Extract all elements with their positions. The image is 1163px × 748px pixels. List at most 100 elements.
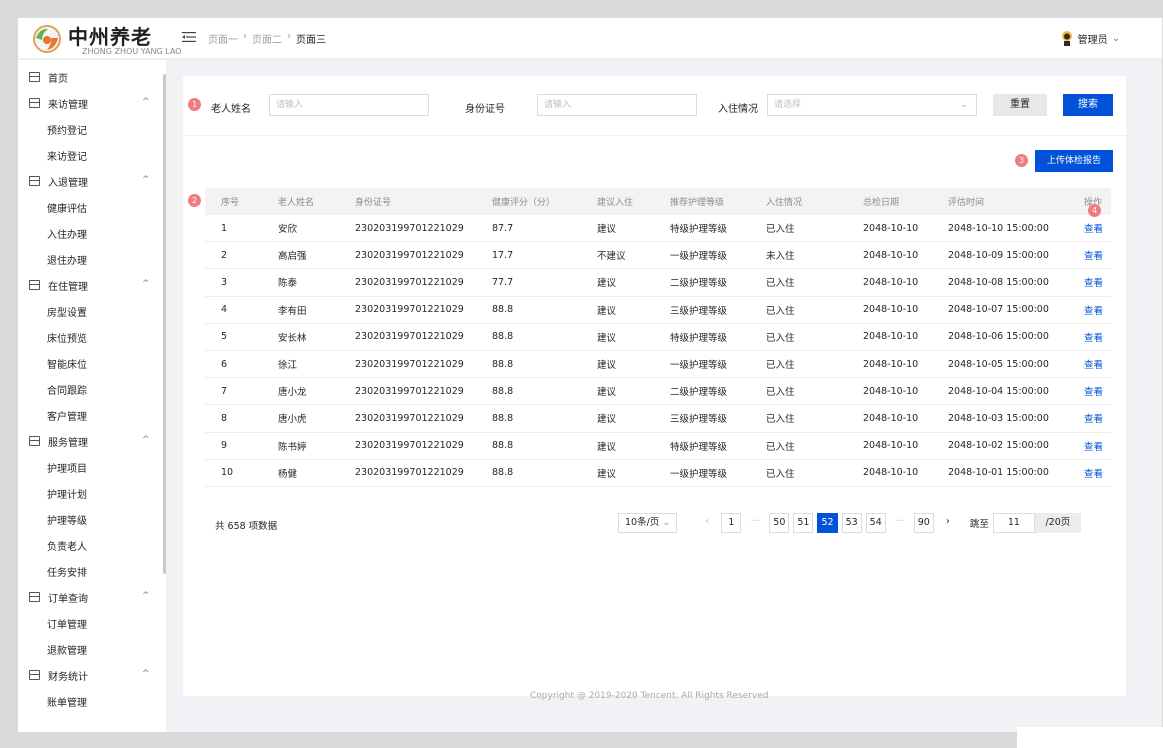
menu-icon (29, 176, 40, 186)
sidebar-group[interactable]: 在住管理 ^ (18, 272, 166, 298)
sidebar-item[interactable]: 任务安排 (18, 558, 166, 584)
view-link[interactable]: 查看 (1084, 411, 1111, 425)
page-button[interactable]: 54 (865, 513, 886, 533)
sidebar-item[interactable]: 退款管理 (18, 636, 166, 662)
sidebar-item[interactable]: 床位预览 (18, 324, 166, 350)
sidebar-item[interactable]: 来访登记 (18, 142, 166, 168)
sidebar: 首页 来访管理 ^ 预约登记 来访登记 入退管理 ^ 健康评估 入住办理 退住办理 在住管理 ^ 房型… (18, 60, 166, 732)
table-row: 7 唐小龙 230203199701221029 88.8 建议 二级护理等级 已入住 204… (205, 378, 1111, 406)
sidebar-item[interactable]: 房型设置 (18, 298, 166, 324)
view-link[interactable]: 查看 (1084, 466, 1111, 480)
name-input[interactable]: 请输入 (269, 94, 429, 116)
table-cell: 230203199701221029 (355, 440, 464, 452)
sidebar-scrollbar[interactable] (163, 74, 166, 574)
reset-button[interactable]: 重置 (993, 94, 1047, 116)
view-link[interactable]: 查看 (1084, 357, 1111, 371)
table-row: 6 徐江 230203199701221029 88.8 建议 一级护理等级 已入住 2048… (205, 351, 1111, 379)
sidebar-item[interactable]: 健康评估 (18, 194, 166, 220)
chevron-right-icon: › (243, 31, 247, 42)
menu-icon (29, 436, 40, 446)
breadcrumb-item[interactable]: 页面一 (208, 31, 238, 46)
status-select[interactable]: 请选择 ⌄ (767, 94, 977, 116)
logo[interactable]: 中州养老 ZHONG ZHOU YANG LAO (26, 21, 181, 59)
table-cell: 陈泰 (278, 278, 298, 290)
table-cell: 安欣 (278, 224, 298, 236)
page-button[interactable]: 51 (793, 513, 814, 533)
logo-icon (33, 25, 61, 53)
page-button[interactable]: 1 (721, 513, 742, 533)
sidebar-item[interactable]: 合同跟踪 (18, 376, 166, 402)
table-cell: 徐江 (278, 360, 298, 372)
total-count: 共 658 项数据 (215, 521, 278, 532)
upload-report-button[interactable]: 上传体检报告 (1035, 150, 1113, 172)
id-input[interactable]: 请输入 (537, 94, 697, 116)
breadcrumb-item[interactable]: 页面二 (252, 31, 282, 46)
table-cell: 二级护理等级 (670, 278, 728, 290)
user-menu[interactable]: 管理员 ⌄ (1060, 30, 1120, 46)
sidebar-item-home[interactable]: 首页 (18, 64, 166, 90)
table-header: 序号 老人姓名 身份证号 健康评分（分） 建议入住 推荐护理等级 入住情况 总检日期 评估时间操… (205, 188, 1111, 215)
page-ellipsis: ··· (895, 516, 905, 527)
sidebar-item[interactable]: 护理计划 (18, 480, 166, 506)
page-button[interactable]: 52 (817, 513, 838, 533)
table-cell: 建议 (597, 332, 617, 344)
prev-page-icon[interactable]: ‹ (697, 513, 717, 533)
sidebar-item[interactable]: 护理项目 (18, 454, 166, 480)
sidebar-item[interactable]: 负责老人 (18, 532, 166, 558)
chevron-down-icon: ⌄ (960, 100, 968, 110)
view-link[interactable]: 查看 (1084, 221, 1111, 235)
page-size-value: 10条/页 (625, 517, 660, 528)
table-cell: 建议 (597, 305, 617, 317)
corner-panel (1017, 727, 1163, 748)
chevron-right-icon: › (287, 31, 291, 42)
menu-icon (29, 592, 40, 602)
sidebar-item[interactable]: 退住办理 (18, 246, 166, 272)
table-cell: 230203199701221029 (355, 222, 464, 234)
page-button[interactable]: 50 (769, 513, 790, 533)
table-cell: 2048-10-10 (863, 467, 919, 479)
chevron-down-icon: ⌄ (662, 517, 671, 528)
table-cell: 一级护理等级 (670, 468, 728, 480)
table-cell: 唐小龙 (278, 387, 307, 399)
table-cell: 5 (221, 331, 228, 343)
search-button[interactable]: 搜索 (1063, 94, 1113, 116)
page-button[interactable]: 53 (841, 513, 862, 533)
table-cell: 17.7 (492, 249, 514, 261)
view-link[interactable]: 查看 (1084, 439, 1111, 453)
sidebar-group[interactable]: 服务管理 ^ (18, 428, 166, 454)
view-link[interactable]: 查看 (1084, 303, 1111, 317)
next-page-icon[interactable]: › (938, 513, 958, 533)
table-cell: 10 (221, 467, 234, 479)
table-cell: 已入住 (766, 468, 795, 480)
step-badge: 3 (1015, 154, 1028, 167)
table-cell: 88.8 (492, 331, 514, 343)
page-button[interactable]: 90 (913, 513, 934, 533)
view-link[interactable]: 查看 (1084, 275, 1111, 289)
sidebar-group-label: 来访管理 (48, 99, 88, 111)
sidebar-item[interactable]: 账单管理 (18, 688, 166, 714)
sidebar-item[interactable]: 入住办理 (18, 220, 166, 246)
app-frame: 中州养老 ZHONG ZHOU YANG LAO 页面一 › 页面二 › 页面三… (18, 18, 1162, 732)
view-link[interactable]: 查看 (1084, 330, 1111, 344)
sidebar-group[interactable]: 订单查询 ^ (18, 584, 166, 610)
chevron-up-icon: ^ (142, 279, 150, 289)
view-link[interactable]: 查看 (1084, 248, 1111, 262)
menu-fold-icon[interactable] (182, 30, 196, 44)
jump-input[interactable]: 11 (992, 513, 1035, 533)
sidebar-item[interactable]: 预约登记 (18, 116, 166, 142)
table-cell: 2048-10-08 15:00:00 (948, 276, 1049, 288)
column-header: 入住情况 (766, 198, 803, 208)
sidebar-group[interactable]: 来访管理 ^ (18, 90, 166, 116)
table-cell: 8 (221, 412, 228, 424)
sidebar-group[interactable]: 入退管理 ^ (18, 168, 166, 194)
table-cell: 建议 (597, 224, 617, 236)
sidebar-item[interactable]: 护理等级 (18, 506, 166, 532)
table-cell: 2048-10-10 (863, 358, 919, 370)
sidebar-item[interactable]: 订单管理 (18, 610, 166, 636)
view-link[interactable]: 查看 (1084, 384, 1111, 398)
sidebar-item[interactable]: 智能床位 (18, 350, 166, 376)
sidebar-item[interactable]: 客户管理 (18, 402, 166, 428)
sidebar-group[interactable]: 财务统计 ^ (18, 662, 166, 688)
page-size-select[interactable]: 10条/页 ⌄ (618, 513, 678, 533)
column-header: 序号 (221, 198, 240, 208)
